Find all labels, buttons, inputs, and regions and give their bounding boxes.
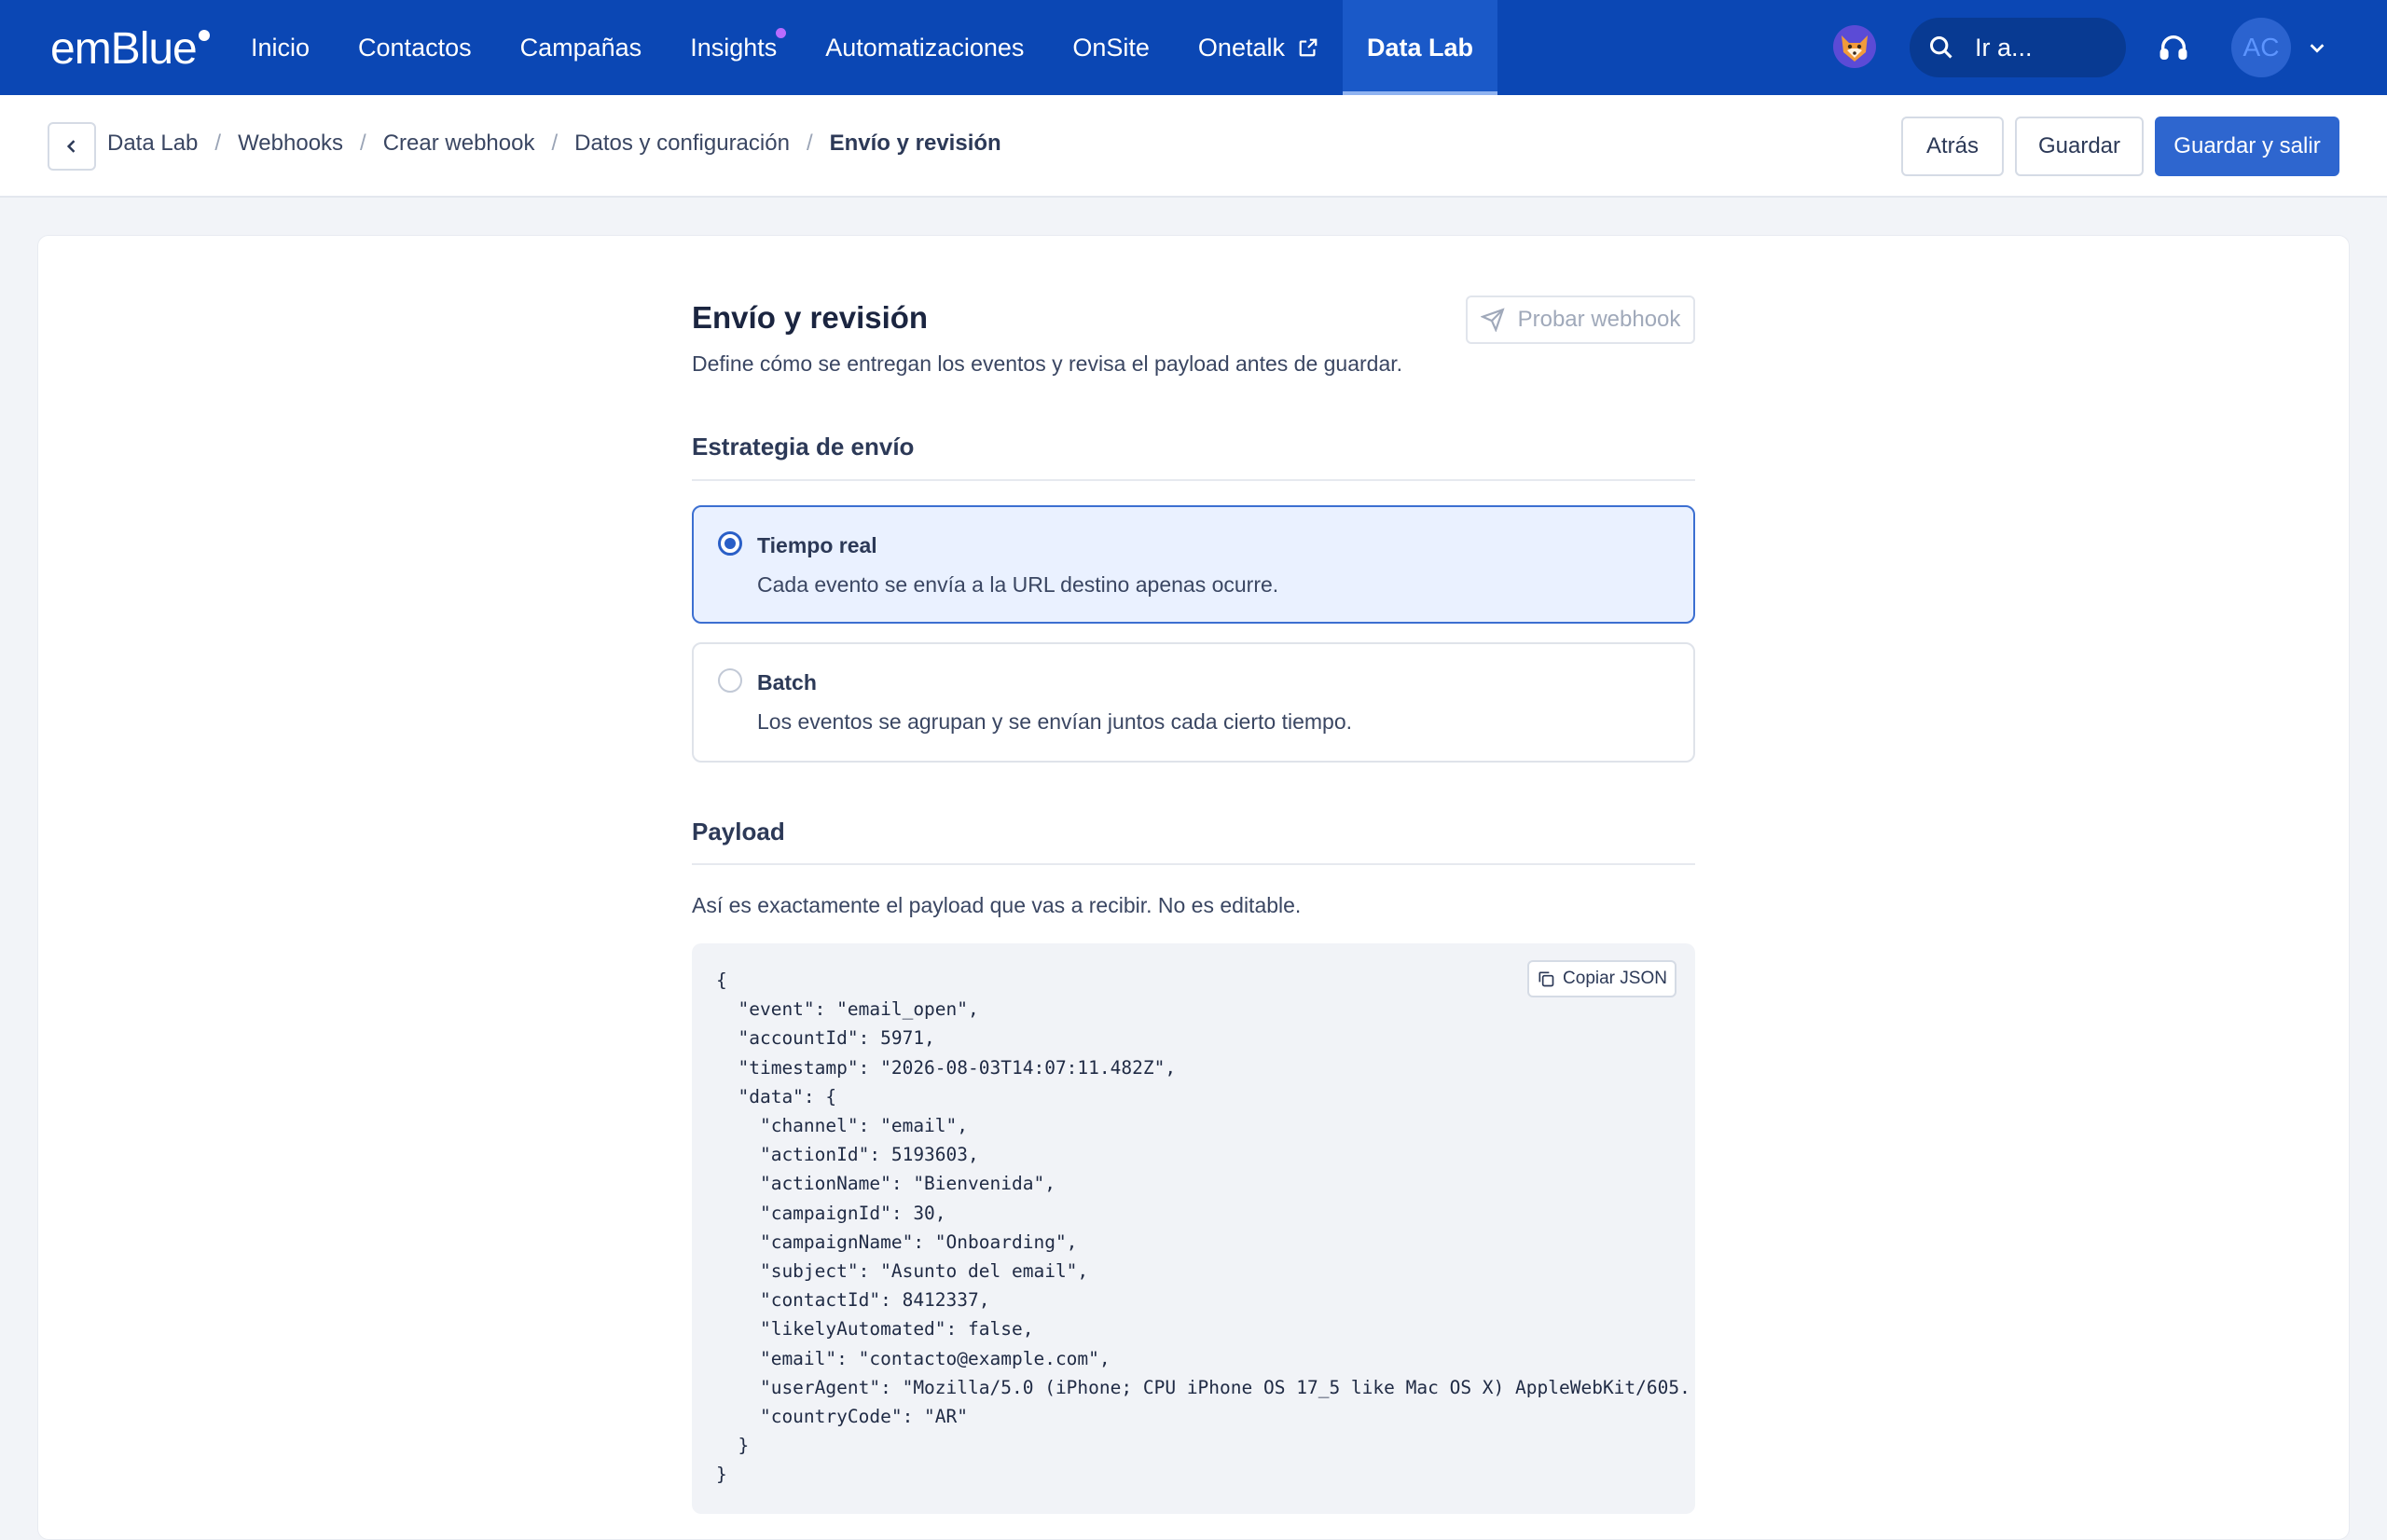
breadcrumb-separator: / xyxy=(551,131,559,156)
option-description: Los eventos se agrupan y se envían junto… xyxy=(757,709,1353,734)
logo-text: emBlue xyxy=(50,23,198,74)
notification-dot xyxy=(776,28,787,38)
support-headset-icon[interactable] xyxy=(2158,32,2189,63)
nav-item-campanas[interactable]: Campañas xyxy=(496,0,667,95)
main-nav: Inicio Contactos Campañas Insights Autom… xyxy=(227,0,1498,95)
page-subtitle: Define cómo se entregan los eventos y re… xyxy=(692,351,1403,376)
copy-json-button[interactable]: Copiar JSON xyxy=(1527,960,1676,997)
radio-tiempo-real[interactable] xyxy=(718,531,742,556)
avatar-initials: AC xyxy=(2242,33,2280,62)
search-icon xyxy=(1929,35,1952,59)
breadcrumb-webhooks[interactable]: Webhooks xyxy=(238,131,343,157)
strategy-heading: Estrategia de envío xyxy=(692,433,915,461)
test-webhook-label: Probar webhook xyxy=(1517,307,1681,332)
nav-item-data-lab[interactable]: Data Lab xyxy=(1342,0,1498,95)
back-button[interactable]: Atrás xyxy=(1901,117,2004,176)
chevron-down-icon[interactable] xyxy=(2307,37,2327,58)
external-link-icon xyxy=(1299,38,1318,57)
emblue-logo[interactable]: emBlue xyxy=(50,22,210,75)
user-avatar[interactable]: AC xyxy=(2231,18,2291,77)
page-title: Envío y revisión xyxy=(692,300,929,335)
nav-item-automatizaciones[interactable]: Automatizaciones xyxy=(801,0,1048,95)
breadcrumb-crear-webhook[interactable]: Crear webhook xyxy=(383,131,535,157)
breadcrumb-separator: / xyxy=(214,131,222,156)
payload-code-block: { "event": "email_open", "accountId": 59… xyxy=(692,943,1695,1514)
option-description: Cada evento se envía a la URL destino ap… xyxy=(757,572,1279,597)
option-title: Tiempo real xyxy=(757,533,877,557)
payload-heading: Payload xyxy=(692,818,785,846)
copy-json-label: Copiar JSON xyxy=(1563,969,1667,988)
global-search[interactable]: Ir a... xyxy=(1910,18,2126,77)
nav-item-inicio[interactable]: Inicio xyxy=(227,0,334,95)
nav-item-onsite[interactable]: OnSite xyxy=(1048,0,1174,95)
nav-item-contactos[interactable]: Contactos xyxy=(334,0,496,95)
payload-note: Así es exactamente el payload que vas a … xyxy=(692,893,1302,917)
top-navbar: emBlue Inicio Contactos Campañas Insight… xyxy=(0,0,2387,95)
logo-dot xyxy=(198,30,210,41)
fox-icon xyxy=(1842,35,1868,62)
nav-item-label: Contactos xyxy=(358,33,472,62)
breadcrumb: Data Lab / Webhooks / Crear webhook / Da… xyxy=(107,131,1001,157)
divider xyxy=(692,863,1695,865)
breadcrumb-datos-configuracion[interactable]: Datos y configuración xyxy=(574,131,790,157)
mascot-avatar-icon[interactable] xyxy=(1833,25,1876,68)
back-arrow-button[interactable] xyxy=(48,122,96,171)
breadcrumb-bar: Data Lab / Webhooks / Crear webhook / Da… xyxy=(0,95,2387,198)
option-batch[interactable]: Batch Los eventos se agrupan y se envían… xyxy=(692,642,1695,763)
breadcrumb-data-lab[interactable]: Data Lab xyxy=(107,131,198,157)
nav-item-label: Insights xyxy=(690,33,778,62)
nav-item-label: Inicio xyxy=(251,33,310,62)
nav-item-label: Data Lab xyxy=(1366,33,1474,62)
option-tiempo-real[interactable]: Tiempo real Cada evento se envía a la UR… xyxy=(692,505,1695,624)
radio-batch[interactable] xyxy=(718,668,742,693)
divider xyxy=(692,479,1695,481)
option-title: Batch xyxy=(757,670,817,694)
test-webhook-button[interactable]: Probar webhook xyxy=(1466,296,1695,344)
nav-item-label: Onetalk xyxy=(1197,33,1285,62)
chevron-left-icon xyxy=(66,140,76,153)
nav-item-onetalk[interactable]: Onetalk xyxy=(1174,0,1343,95)
breadcrumb-separator: / xyxy=(360,131,366,156)
nav-item-insights[interactable]: Insights xyxy=(666,0,801,95)
search-placeholder: Ir a... xyxy=(1975,33,2033,62)
save-and-exit-button[interactable]: Guardar y salir xyxy=(2155,117,2339,176)
nav-item-label: OnSite xyxy=(1072,33,1150,62)
nav-item-label: Campañas xyxy=(519,33,642,62)
breadcrumb-separator: / xyxy=(806,131,813,156)
copy-icon xyxy=(1538,971,1554,987)
nav-item-label: Automatizaciones xyxy=(825,33,1025,62)
payload-json: { "event": "email_open", "accountId": 59… xyxy=(716,969,1690,1486)
send-icon xyxy=(1480,308,1505,332)
save-button[interactable]: Guardar xyxy=(2015,117,2144,176)
breadcrumb-current: Envío y revisión xyxy=(829,131,1001,156)
